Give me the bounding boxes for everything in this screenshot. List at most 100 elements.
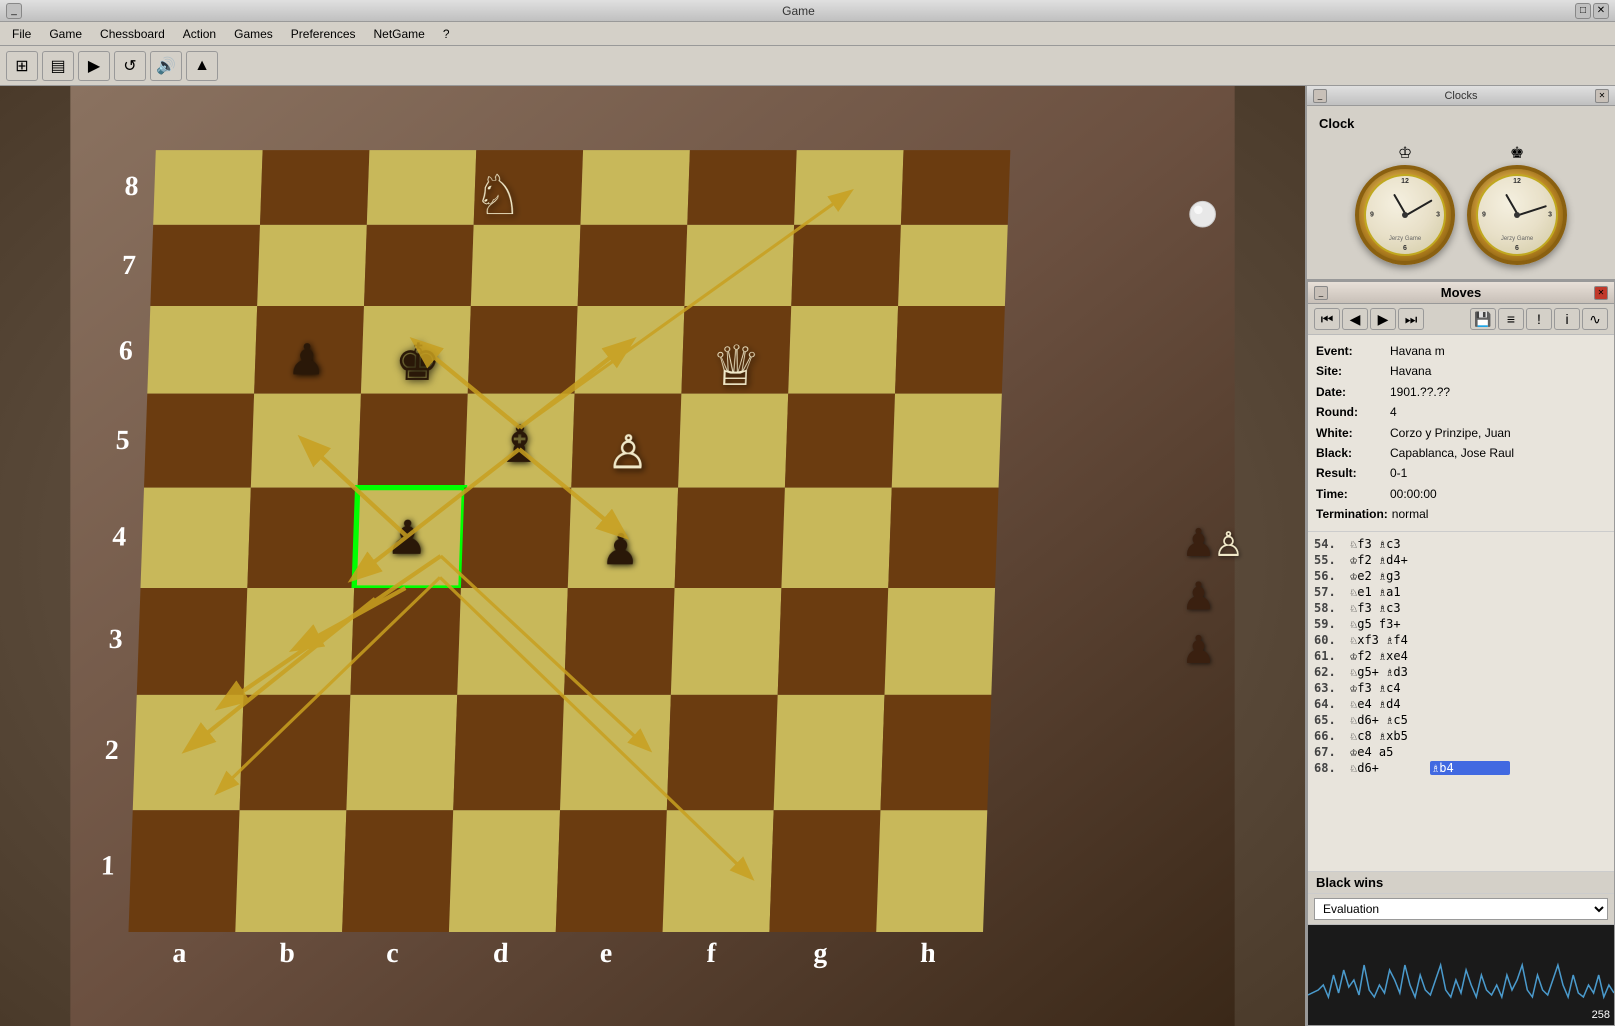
move-white-55[interactable]: ♔f2 ♗d4+ (1350, 553, 1430, 567)
cell-c8[interactable] (367, 150, 476, 225)
move-white-60[interactable]: ♘xf3 ♗f4 (1350, 633, 1430, 647)
cell-g8[interactable] (794, 150, 903, 225)
chess-area[interactable]: 8 7 6 5 4 3 2 1 a b c d e f g h (0, 86, 1305, 1026)
move-white-59[interactable]: ♘g5 f3+ (1350, 617, 1430, 631)
cell-h5[interactable] (892, 394, 1002, 488)
menu-netgame[interactable]: NetGame (366, 25, 433, 43)
move-row-59[interactable]: 59.♘g5 f3+ (1312, 616, 1610, 632)
cell-b2[interactable] (240, 695, 351, 810)
cell-f5[interactable] (678, 394, 788, 488)
cell-c1[interactable] (342, 810, 453, 932)
move-white-67[interactable]: ♔e4 a5 (1350, 745, 1430, 759)
move-white-68[interactable]: ♘d6+ (1350, 761, 1430, 775)
rotate-button[interactable]: ↺ (114, 51, 146, 81)
cell-a4[interactable] (141, 488, 251, 588)
move-black-68[interactable]: ♗b4 (1430, 761, 1510, 775)
move-row-66[interactable]: 66.♘c8 ♗xb5 (1312, 728, 1610, 744)
cell-b4[interactable] (247, 488, 357, 588)
move-white-57[interactable]: ♘e1 ♗a1 (1350, 585, 1430, 599)
cell-g7[interactable] (791, 225, 901, 306)
cell-h6[interactable] (895, 306, 1005, 394)
cell-g2[interactable] (774, 695, 885, 810)
move-white-62[interactable]: ♘g5+ ♗d3 (1350, 665, 1430, 679)
play-button[interactable]: ▶ (78, 51, 110, 81)
move-white-64[interactable]: ♘e4 ♗d4 (1350, 697, 1430, 711)
info-button[interactable]: i (1554, 308, 1580, 330)
move-white-63[interactable]: ♔f3 ♗c4 (1350, 681, 1430, 695)
cell-g3[interactable] (778, 588, 889, 695)
move-row-63[interactable]: 63.♔f3 ♗c4 (1312, 680, 1610, 696)
cell-f4[interactable] (675, 488, 785, 588)
move-row-60[interactable]: 60.♘xf3 ♗f4 (1312, 632, 1610, 648)
close-button[interactable]: ✕ (1593, 3, 1609, 19)
cell-a8[interactable] (153, 150, 262, 225)
move-row-68[interactable]: 68.♘d6+♗b4 (1312, 760, 1610, 776)
cell-b7[interactable] (257, 225, 367, 306)
cell-a5[interactable] (144, 394, 254, 488)
cell-a3[interactable] (137, 588, 248, 695)
menu-chessboard[interactable]: Chessboard (92, 25, 173, 43)
cell-d6[interactable] (468, 306, 578, 394)
cell-a2[interactable] (133, 695, 244, 810)
move-white-61[interactable]: ♔f2 ♗xe4 (1350, 649, 1430, 663)
prev-move-button[interactable]: ◀ (1342, 308, 1368, 330)
move-row-62[interactable]: 62.♘g5+ ♗d3 (1312, 664, 1610, 680)
cell-d2[interactable] (453, 695, 564, 810)
menu-preferences[interactable]: Preferences (283, 25, 364, 43)
cell-f2[interactable] (667, 695, 778, 810)
cell-a7[interactable] (150, 225, 260, 306)
next-move-button[interactable]: ▶ (1370, 308, 1396, 330)
move-row-67[interactable]: 67.♔e4 a5 (1312, 744, 1610, 760)
cell-b8[interactable] (260, 150, 369, 225)
move-white-56[interactable]: ♔e2 ♗g3 (1350, 569, 1430, 583)
move-row-64[interactable]: 64.♘e4 ♗d4 (1312, 696, 1610, 712)
flag-button[interactable]: ▲ (186, 51, 218, 81)
move-row-57[interactable]: 57.♘e1 ♗a1 (1312, 584, 1610, 600)
move-white-58[interactable]: ♘f3 ♗c3 (1350, 601, 1430, 615)
graph-button[interactable]: ∿ (1582, 308, 1608, 330)
open-button[interactable]: ▤ (42, 51, 74, 81)
last-move-button[interactable]: ⏭ (1398, 308, 1424, 330)
maximize-button[interactable]: □ (1575, 3, 1591, 19)
cell-d1[interactable] (449, 810, 560, 932)
cell-h3[interactable] (884, 588, 995, 695)
cell-e2[interactable] (560, 695, 671, 810)
minimize-button[interactable]: _ (6, 3, 22, 19)
cell-h7[interactable] (898, 225, 1008, 306)
cell-f8[interactable] (687, 150, 796, 225)
cell-a6[interactable] (147, 306, 257, 394)
new-game-button[interactable]: ⊞ (6, 51, 38, 81)
evaluation-select[interactable]: Evaluation (1314, 898, 1608, 920)
cell-e3[interactable] (564, 588, 675, 695)
move-white-54[interactable]: ♘f3 ♗c3 (1350, 537, 1430, 551)
menu-action[interactable]: Action (175, 25, 224, 43)
move-row-58[interactable]: 58.♘f3 ♗c3 (1312, 600, 1610, 616)
cell-d3[interactable] (457, 588, 568, 695)
moves-list[interactable]: 54.♘f3 ♗c355.♔f2 ♗d4+56.♔e2 ♗g357.♘e1 ♗a… (1308, 532, 1614, 871)
cell-h8[interactable] (901, 150, 1010, 225)
cell-d7[interactable] (471, 225, 581, 306)
cell-c2[interactable] (346, 695, 457, 810)
move-row-55[interactable]: 55.♔f2 ♗d4+ (1312, 552, 1610, 568)
move-row-61[interactable]: 61.♔f2 ♗xe4 (1312, 648, 1610, 664)
cell-g5[interactable] (785, 394, 895, 488)
cell-c7[interactable] (364, 225, 474, 306)
cell-f7[interactable] (684, 225, 794, 306)
move-row-54[interactable]: 54.♘f3 ♗c3 (1312, 536, 1610, 552)
cell-b1[interactable] (235, 810, 346, 932)
move-row-65[interactable]: 65.♘d6+ ♗c5 (1312, 712, 1610, 728)
cell-g1[interactable] (769, 810, 880, 932)
moves-close-button[interactable]: ✕ (1594, 286, 1608, 300)
menu-games[interactable]: Games (226, 25, 281, 43)
list-button[interactable]: ≡ (1498, 308, 1524, 330)
clock-minimize-button[interactable]: _ (1313, 89, 1327, 103)
moves-minimize-button[interactable]: _ (1314, 286, 1328, 300)
cell-d4[interactable] (461, 488, 571, 588)
sound-button[interactable]: 🔊 (150, 51, 182, 81)
menu-file[interactable]: File (4, 25, 39, 43)
cell-h2[interactable] (880, 695, 991, 810)
save-button[interactable]: 💾 (1470, 308, 1496, 330)
exclaim-button[interactable]: ! (1526, 308, 1552, 330)
chess-board-svg[interactable]: 8 7 6 5 4 3 2 1 a b c d e f g h (0, 86, 1305, 1026)
cell-g4[interactable] (781, 488, 891, 588)
